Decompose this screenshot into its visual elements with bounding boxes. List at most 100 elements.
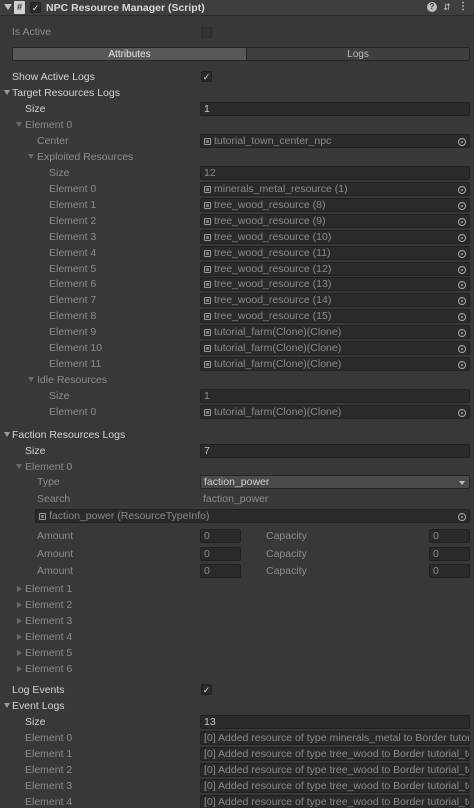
exploited-element-object-field[interactable]: tree_wood_resource (15) xyxy=(200,309,470,324)
exploited-element-object-field[interactable]: tree_wood_resource (8) xyxy=(200,197,470,212)
faction-element-label[interactable]: Element 2 xyxy=(25,598,72,612)
event-element-field[interactable]: [0] Added resource of type minerals_meta… xyxy=(200,731,470,745)
element-foldout-icon[interactable] xyxy=(17,649,22,656)
gameobject-icon xyxy=(204,281,211,289)
exploited-element-object-field[interactable]: tutorial_farm(Clone)(Clone) xyxy=(200,356,470,371)
capacity-label: Capacity xyxy=(266,530,307,542)
object-picker-icon[interactable] xyxy=(458,329,466,338)
capacity-field[interactable]: 0 xyxy=(429,564,470,578)
tab-attributes[interactable]: Attributes xyxy=(12,47,247,61)
object-picker-icon[interactable] xyxy=(458,513,466,521)
element-foldout-icon[interactable] xyxy=(17,633,22,640)
exploited-element-object-field[interactable]: tree_wood_resource (13) xyxy=(200,277,470,292)
object-picker-icon[interactable] xyxy=(458,297,466,306)
element-foldout-icon[interactable] xyxy=(17,601,22,608)
faction-element-label[interactable]: Element 1 xyxy=(25,582,72,596)
object-picker-icon[interactable] xyxy=(458,217,466,226)
faction-element0-foldout-icon[interactable] xyxy=(16,464,22,469)
exploited-size-label: Size xyxy=(49,167,70,179)
show-active-logs-checkbox[interactable]: ✓ xyxy=(201,71,212,82)
target-size-label: Size xyxy=(25,103,46,115)
gameobject-icon xyxy=(204,249,211,257)
faction-element-label[interactable]: Element 5 xyxy=(25,646,72,660)
faction-element0-label[interactable]: Element 0 xyxy=(25,460,72,474)
idle-resources-foldout-icon[interactable] xyxy=(28,377,34,382)
exploited-element-object-field[interactable]: tree_wood_resource (10) xyxy=(200,229,470,244)
component-menu-icon[interactable]: ⋮ xyxy=(458,1,468,13)
log-events-checkbox[interactable]: ✓ xyxy=(201,684,212,695)
exploited-element-value: tutorial_farm(Clone)(Clone) xyxy=(214,326,342,339)
gameobject-icon xyxy=(204,409,211,416)
exploited-element-object-field[interactable]: tutorial_farm(Clone)(Clone) xyxy=(200,341,470,355)
idle-element0-object-field[interactable]: tutorial_farm(Clone)(Clone) xyxy=(200,405,470,419)
faction-element-label[interactable]: Element 3 xyxy=(25,614,72,628)
element-foldout-icon[interactable] xyxy=(17,586,22,592)
object-picker-icon[interactable] xyxy=(458,265,466,274)
faction-element-label[interactable]: Element 4 xyxy=(25,630,72,644)
exploited-element-value: tutorial_farm(Clone)(Clone) xyxy=(214,342,342,354)
exploited-resources-foldout-icon[interactable] xyxy=(28,154,34,159)
type-dropdown[interactable]: faction_power xyxy=(200,475,470,489)
event-element-field[interactable]: [0] Added resource of type tree_wood to … xyxy=(200,762,470,777)
target-size-field[interactable]: 1 xyxy=(200,102,470,116)
exploited-element-value: tutorial_farm(Clone)(Clone) xyxy=(214,357,342,370)
amount-field[interactable]: 0 xyxy=(200,529,241,543)
target-resources-logs-foldout-icon[interactable] xyxy=(4,90,10,95)
event-element-field[interactable]: [0] Added resource of type tree_wood to … xyxy=(200,746,470,761)
target-element0-foldout-icon[interactable] xyxy=(16,122,22,127)
event-logs-foldout-icon[interactable] xyxy=(4,703,10,708)
is-active-label: Is Active xyxy=(12,26,52,38)
faction-element-label[interactable]: Element 6 xyxy=(25,662,72,676)
component-header[interactable]: # ✓ NPC Resource Manager (Script) ? ⇵ ⋮ xyxy=(0,0,474,16)
exploited-element-object-field[interactable]: tree_wood_resource (11) xyxy=(200,245,470,260)
help-icon[interactable]: ? xyxy=(427,2,437,12)
element-foldout-icon[interactable] xyxy=(17,617,22,624)
amount-field[interactable]: 0 xyxy=(200,564,241,578)
object-picker-icon[interactable] xyxy=(458,138,466,146)
faction-resources-logs-foldout-icon[interactable] xyxy=(4,432,10,437)
object-picker-icon[interactable] xyxy=(458,409,466,417)
object-picker-icon[interactable] xyxy=(458,313,466,322)
object-picker-icon[interactable] xyxy=(458,201,466,210)
event-element-field[interactable]: [0] Added resource of type tree_wood to … xyxy=(200,794,470,808)
tab-logs[interactable]: Logs xyxy=(247,47,470,61)
idle-size-field[interactable]: 1 xyxy=(200,389,470,403)
exploited-element-object-field[interactable]: tree_wood_resource (14) xyxy=(200,293,470,308)
object-picker-icon[interactable] xyxy=(458,186,466,194)
exploited-resources-label[interactable]: Exploited Resources xyxy=(37,150,133,164)
target-element0-label[interactable]: Element 0 xyxy=(25,118,72,132)
amount-field[interactable]: 0 xyxy=(200,546,241,561)
event-element-field[interactable]: [0] Added resource of type tree_wood to … xyxy=(200,778,470,793)
object-picker-icon[interactable] xyxy=(458,281,466,290)
target-resources-logs-label[interactable]: Target Resources Logs xyxy=(12,86,120,100)
object-picker-icon[interactable] xyxy=(458,345,466,353)
center-value: tutorial_town_center_npc xyxy=(214,135,332,147)
resource-type-object-field[interactable]: faction_power (ResourceTypeInfo) xyxy=(35,509,470,523)
object-picker-icon[interactable] xyxy=(458,360,466,369)
capacity-field[interactable]: 0 xyxy=(429,529,470,543)
faction-size-field[interactable]: 7 xyxy=(200,444,470,458)
element-foldout-icon[interactable] xyxy=(17,665,22,672)
is-active-checkbox xyxy=(201,27,212,38)
component-foldout-arrow-icon[interactable] xyxy=(4,4,12,10)
object-picker-icon[interactable] xyxy=(458,249,466,258)
object-picker-icon[interactable] xyxy=(458,233,466,242)
capacity-field[interactable]: 0 xyxy=(429,546,470,561)
search-value[interactable]: faction_power xyxy=(203,492,268,506)
exploited-size-field[interactable]: 12 xyxy=(200,166,470,180)
exploited-element-object-field[interactable]: tutorial_farm(Clone)(Clone) xyxy=(200,325,470,340)
exploited-element-value: tree_wood_resource (13) xyxy=(214,278,332,291)
exploited-element-label: Element 3 xyxy=(49,230,97,243)
event-size-field[interactable]: 13 xyxy=(200,715,470,729)
center-object-field[interactable]: tutorial_town_center_npc xyxy=(200,134,470,148)
gameobject-icon xyxy=(204,360,211,368)
idle-resources-label[interactable]: Idle Resources xyxy=(37,373,107,387)
type-label: Type xyxy=(37,476,60,488)
preset-icon[interactable]: ⇵ xyxy=(442,2,452,13)
exploited-element-object-field[interactable]: tree_wood_resource (12) xyxy=(200,261,470,276)
faction-resources-logs-label[interactable]: Faction Resources Logs xyxy=(12,428,125,442)
exploited-element-object-field[interactable]: minerals_metal_resource (1) xyxy=(200,182,470,196)
event-logs-label[interactable]: Event Logs xyxy=(12,699,65,713)
component-enabled-checkbox[interactable]: ✓ xyxy=(30,2,41,13)
exploited-element-object-field[interactable]: tree_wood_resource (9) xyxy=(200,213,470,228)
